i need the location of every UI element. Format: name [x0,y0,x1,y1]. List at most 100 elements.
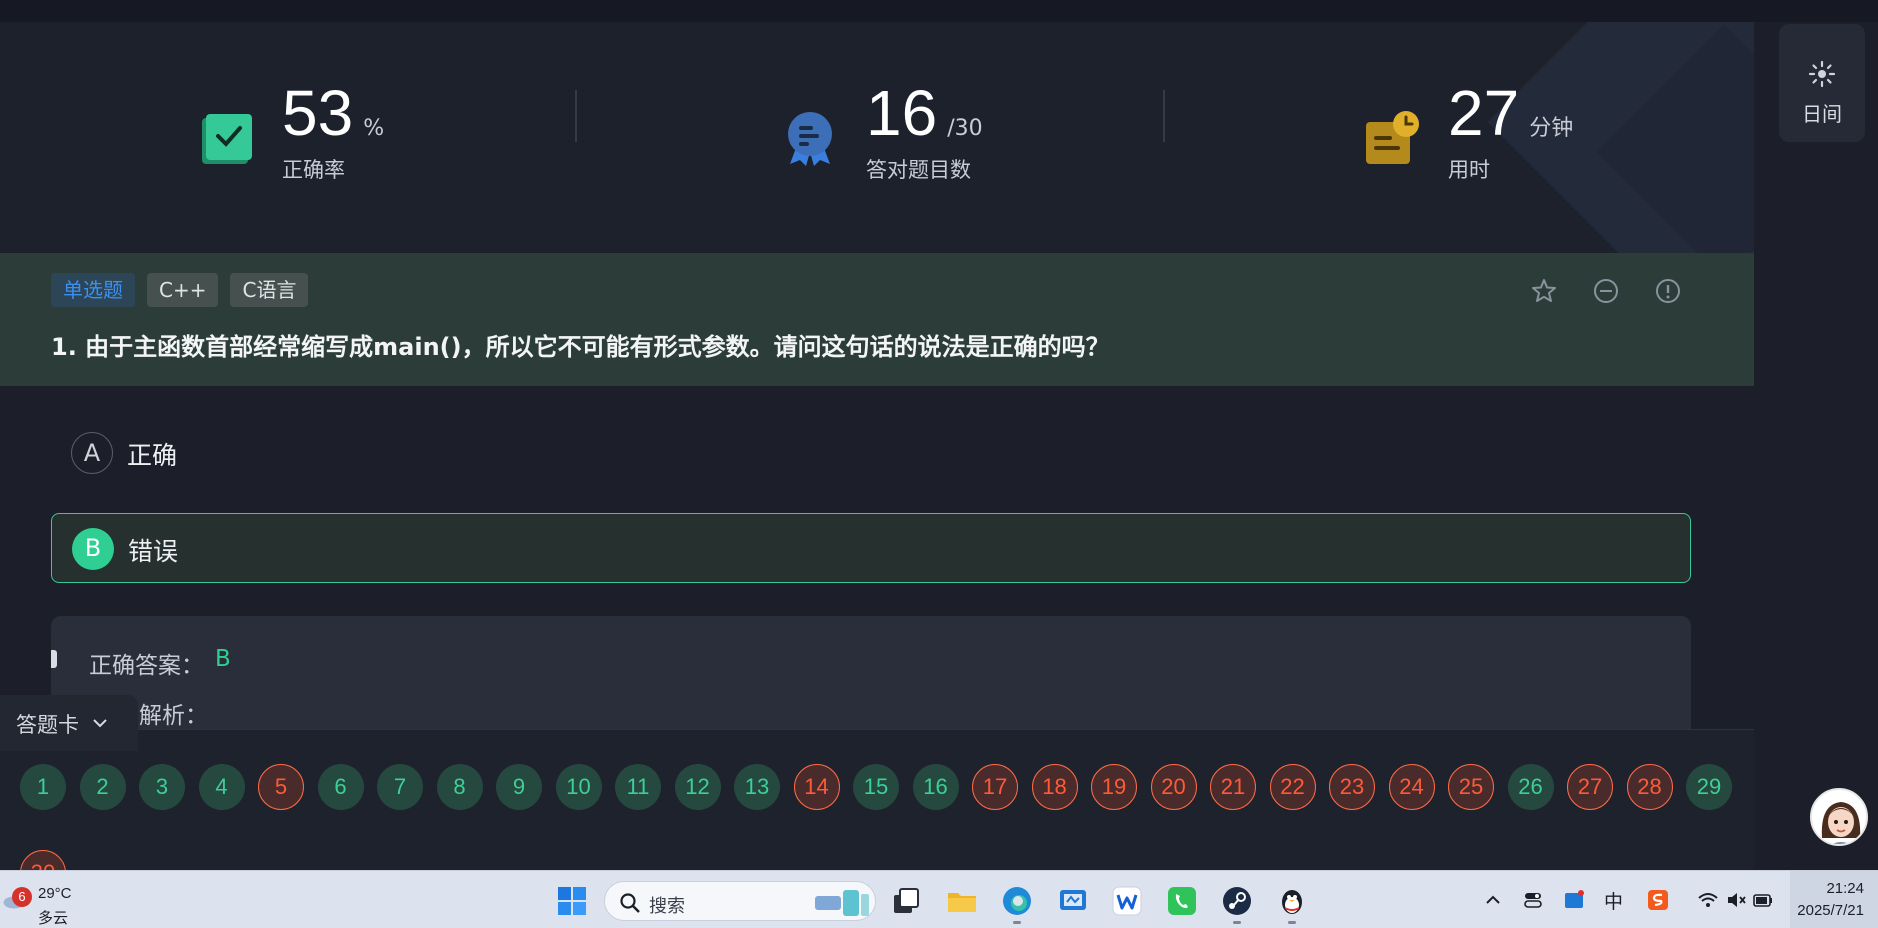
answer-card-item[interactable]: 25 [1448,764,1494,810]
search-icon [620,893,640,913]
option-a[interactable]: A 正确 [51,418,1691,488]
answer-card-item[interactable]: 14 [793,764,840,810]
correct-answer-value: B [215,646,231,672]
correct-answer-label: 正确答案： [89,653,204,679]
avatar-girl-icon [1812,790,1866,844]
stats-panel: 53% 正确率 16/30 答对题目数 27 分钟 用时 [0,22,1754,253]
answer-card: 1 2 3 4 5 6 7 8 9 10 11 12 13 14 15 16 17 18 19 20 21 22 23 24 2… [0,729,1754,870]
speaker-muted-icon[interactable] [1725,889,1747,911]
notification-app-icon[interactable] [1563,889,1585,911]
toggle-switch-icon[interactable] [1522,889,1544,911]
accuracy-unit: % [363,116,385,141]
answer-marker [51,650,57,668]
answer-card-item[interactable]: 22 [1269,764,1316,810]
answer-card-item[interactable]: 30 [20,850,66,870]
qq-penguin-icon[interactable] [1276,885,1308,917]
option-b-letter: B [72,528,114,570]
steam-icon[interactable] [1221,885,1253,917]
answer-card-item[interactable]: 16 [912,764,959,810]
search-placeholder: 搜索 [649,896,685,917]
correct-count-label: 答对题目数 [866,158,971,182]
stat-accuracy: 53% 正确率 [196,68,496,188]
option-a-letter: A [71,432,113,474]
assistant-avatar[interactable] [1810,788,1868,846]
accuracy-label: 正确率 [282,158,345,182]
answer-card-item[interactable]: 5 [258,764,304,810]
answer-card-item[interactable]: 20 [1150,764,1197,810]
answer-card-item[interactable]: 15 [853,764,899,810]
medal-icon [788,112,832,166]
answer-card-item[interactable]: 28 [1626,764,1673,810]
running-indicator [1233,921,1241,924]
time-unit: 分钟 [1529,116,1574,141]
clock-time: 21:24 [1826,880,1864,897]
time-label: 用时 [1448,158,1490,182]
stats-divider [1163,90,1165,142]
answer-card-item[interactable]: 26 [1507,764,1554,810]
remote-desktop-icon[interactable] [1057,885,1089,917]
stat-time: 27 分钟 用时 [1362,68,1682,188]
tag-question-type: 单选题 [51,273,135,307]
answer-card-item[interactable]: 19 [1091,764,1137,810]
time-value: 27 分钟 [1448,77,1574,149]
taskbar-search[interactable]: 搜索 [604,881,876,921]
answer-card-item[interactable]: 9 [496,764,542,810]
answer-card-item[interactable]: 21 [1210,764,1256,810]
answer-card-item[interactable]: 23 [1329,764,1375,810]
correct-count-unit: /30 [947,116,983,141]
ime-indicator[interactable]: 中 [1604,887,1628,913]
chevron-up-icon[interactable] [1482,889,1504,911]
correct-count-value: 16/30 [866,77,983,149]
task-view-icon[interactable] [890,885,922,917]
answer-card-item[interactable]: 3 [139,764,185,810]
clock-date: 2025/7/21 [1797,902,1864,919]
answer-card-label: 答题卡 [16,713,79,737]
top-strip [0,0,1878,22]
option-b-selected[interactable]: B 错误 [51,513,1691,583]
phone-link-icon[interactable] [1166,885,1198,917]
answer-card-item[interactable]: 7 [377,764,423,810]
answer-card-item[interactable]: 24 [1388,764,1435,810]
clock-note-icon [1366,111,1419,164]
option-b-text: 错误 [128,537,179,566]
file-explorer-icon[interactable] [946,885,978,917]
favorite-star-icon[interactable] [1530,277,1558,305]
day-mode-button[interactable]: 日间 [1779,24,1865,142]
weather-badge: 6 [12,887,32,907]
remove-minus-icon[interactable] [1592,277,1620,305]
sogou-input-icon[interactable] [1647,889,1669,911]
report-info-icon[interactable] [1654,277,1682,305]
chevron-down-icon [93,719,107,728]
answer-card-item[interactable]: 10 [555,764,602,810]
answer-card-item[interactable]: 1 [20,764,66,810]
answer-card-item[interactable]: 12 [674,764,721,810]
stat-correct-count: 16/30 答对题目数 [780,68,1080,188]
weather-widget[interactable]: 6 29°C 多云 [2,877,82,927]
option-a-text: 正确 [127,441,178,470]
answer-card-item[interactable]: 6 [317,764,364,810]
answer-card-item[interactable]: 4 [198,764,245,810]
stats-divider [575,90,577,142]
answer-card-item[interactable]: 17 [972,764,1018,810]
answer-card-item[interactable]: 27 [1567,764,1613,810]
taskbar-clock[interactable]: 21:24 2025/7/21 [1790,871,1878,928]
answer-card-item[interactable]: 2 [79,764,126,810]
analysis-label: 解析： [139,703,208,729]
battery-icon[interactable] [1752,889,1774,911]
edge-browser-icon[interactable] [1001,885,1033,917]
wps-office-icon[interactable] [1111,885,1143,917]
windows-start-icon[interactable] [556,885,588,917]
tag-c-language: C语言 [230,273,309,307]
answer-card-item[interactable]: 8 [436,764,483,810]
right-panel: 日间 [1754,22,1878,870]
weather-temp: 29°C [38,885,72,902]
question-tags: 单选题 C++ C语言 [51,273,309,307]
answer-card-item[interactable]: 18 [1031,764,1078,810]
wifi-icon[interactable] [1697,889,1719,911]
tag-cpp: C++ [147,273,219,307]
answer-card-item[interactable]: 13 [734,764,780,810]
answer-card-toggle[interactable]: 答题卡 [0,695,138,751]
result-page: 53% 正确率 16/30 答对题目数 27 分钟 用时 单选题 C++ C语言… [0,22,1754,870]
answer-card-item[interactable]: 29 [1686,764,1732,810]
answer-card-item[interactable]: 11 [615,764,661,810]
